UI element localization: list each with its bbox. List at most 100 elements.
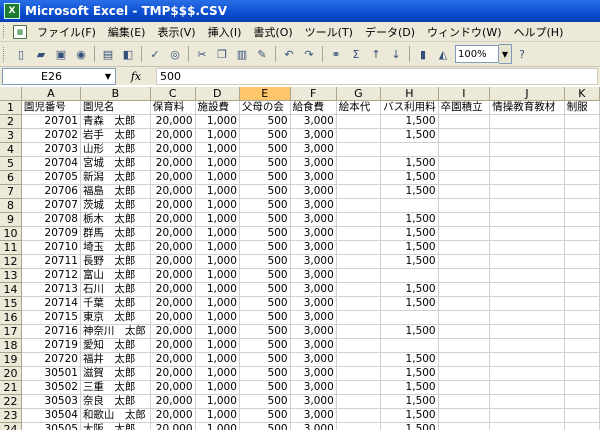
permission-icon[interactable]: ◉ [72,45,90,63]
cell[interactable]: 制服 [564,100,600,115]
cell[interactable]: 20,000 [150,226,196,241]
row-header[interactable]: 17 [0,324,22,339]
cell[interactable]: 1,500 [380,296,439,311]
cell[interactable] [336,366,382,381]
print-icon[interactable]: ▤ [99,45,117,63]
cell[interactable]: 3,000 [290,184,337,199]
cell[interactable]: 3,000 [290,142,337,157]
cell[interactable]: 20,000 [150,422,196,430]
menu-help[interactable]: ヘルプ(H) [508,24,570,40]
spreadsheet-grid[interactable]: ABCDEFGHIJK 1 園児番号 園児名 保育料 施設費 父母の会 給食費 絵本代 バス利用… [0,87,600,430]
cell[interactable]: 20720 [21,352,81,367]
cell[interactable]: 3,000 [290,198,337,213]
cell[interactable]: 1,000 [195,156,240,171]
cell[interactable]: 宮城 太郎 [80,156,151,171]
column-header-h[interactable]: H [380,87,439,101]
cell[interactable]: 1,000 [195,394,240,409]
cell[interactable]: 1,500 [380,226,439,241]
cell[interactable]: 1,000 [195,352,240,367]
cell[interactable] [336,352,382,367]
research-icon[interactable]: ◎ [166,45,184,63]
cell[interactable] [564,310,600,325]
cell[interactable]: 1,000 [195,184,240,199]
cell[interactable]: 1,000 [195,128,240,143]
cell[interactable]: 東京 太郎 [80,310,151,325]
cell[interactable]: 500 [239,366,291,381]
cell[interactable] [336,338,382,353]
cell[interactable]: 3,000 [290,156,337,171]
cell[interactable] [489,282,565,297]
cell[interactable]: 500 [239,394,291,409]
cell[interactable]: 500 [239,338,291,353]
cell[interactable] [336,324,382,339]
cell[interactable] [564,296,600,311]
menu-edit[interactable]: 編集(E) [102,24,152,40]
column-header-e[interactable]: E [239,87,291,101]
cell[interactable] [336,254,382,269]
cell[interactable] [489,184,565,199]
cell[interactable]: 20,000 [150,296,196,311]
row-header[interactable]: 16 [0,310,22,325]
cell[interactable]: 20713 [21,282,81,297]
menu-data[interactable]: データ(D) [359,24,421,40]
column-header-a[interactable]: A [21,87,81,101]
autosum-icon[interactable]: Σ [347,45,365,63]
row-header[interactable]: 4 [0,142,22,157]
cell[interactable]: 30505 [21,422,81,430]
cell[interactable]: 園児名 [80,100,151,115]
cell[interactable]: 500 [239,156,291,171]
cell[interactable]: 情操教育教材 [489,100,565,115]
cell[interactable]: 3,000 [290,408,337,423]
cell[interactable]: 卒園積立 [438,100,491,115]
cell[interactable]: 500 [239,226,291,241]
cell[interactable] [438,198,491,213]
menu-grip-icon[interactable] [3,25,7,38]
cell[interactable]: 1,500 [380,114,439,129]
cell[interactable]: 500 [239,184,291,199]
cell[interactable]: 500 [239,198,291,213]
cell[interactable]: 1,500 [380,380,439,395]
cell[interactable] [438,240,491,255]
cell[interactable] [564,422,600,430]
cell[interactable]: 20,000 [150,142,196,157]
cell[interactable] [564,198,600,213]
cell[interactable]: 500 [239,170,291,185]
cell[interactable]: 青森 太郎 [80,114,151,129]
cell[interactable]: 20,000 [150,352,196,367]
cell[interactable] [564,352,600,367]
cell[interactable] [489,170,565,185]
cell[interactable]: 3,000 [290,352,337,367]
cell[interactable]: 20703 [21,142,81,157]
cell[interactable]: 3,000 [290,254,337,269]
menu-format[interactable]: 書式(O) [247,24,298,40]
cell[interactable] [489,142,565,157]
menu-view[interactable]: 表示(V) [151,24,201,40]
cell[interactable]: 20719 [21,338,81,353]
cell[interactable]: 1,500 [380,352,439,367]
cell[interactable] [336,156,382,171]
cell[interactable]: 3,000 [290,240,337,255]
cell[interactable]: 500 [239,240,291,255]
menu-tools[interactable]: ツール(T) [299,24,359,40]
cell[interactable] [489,394,565,409]
cell[interactable]: バス利用料 [380,100,439,115]
cell[interactable]: 神奈川 太郎 [80,324,151,339]
cell[interactable] [564,128,600,143]
row-header[interactable]: 20 [0,366,22,381]
cell[interactable]: 3,000 [290,114,337,129]
cell[interactable]: 1,000 [195,240,240,255]
cell[interactable]: 20,000 [150,128,196,143]
cell[interactable] [438,408,491,423]
cell[interactable]: 30502 [21,380,81,395]
hyperlink-icon[interactable]: ⚭ [327,45,345,63]
chevron-down-icon[interactable]: ▼ [499,44,512,64]
cell[interactable] [489,240,565,255]
cell[interactable]: 1,000 [195,310,240,325]
cell[interactable] [336,240,382,255]
cell[interactable] [564,254,600,269]
cell[interactable]: 3,000 [290,296,337,311]
cell[interactable]: 1,000 [195,408,240,423]
cell[interactable]: 福井 太郎 [80,352,151,367]
cell[interactable]: 500 [239,268,291,283]
cell[interactable]: 30501 [21,366,81,381]
